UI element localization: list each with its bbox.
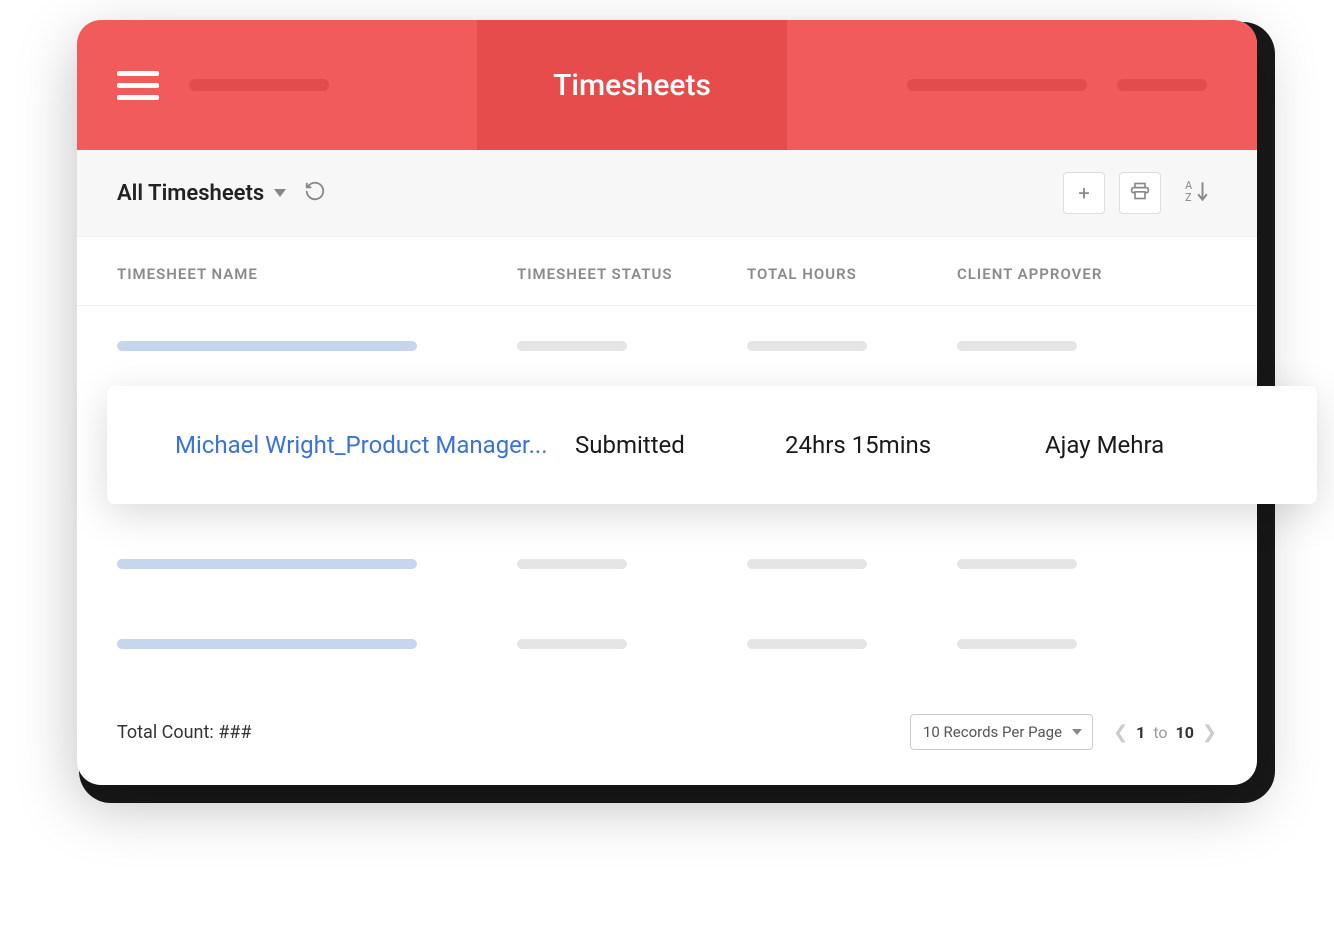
print-button[interactable]: [1119, 172, 1161, 214]
header-right: [787, 79, 1257, 91]
page-from: 1: [1136, 723, 1145, 742]
cell-approver: Ajay Mehra: [1045, 431, 1277, 459]
placeholder: [957, 559, 1077, 569]
sort-button[interactable]: A Z: [1175, 172, 1217, 214]
filter-label: All Timesheets: [117, 181, 264, 206]
placeholder: [117, 559, 417, 569]
print-icon: [1130, 181, 1150, 206]
app-header: Timesheets: [77, 20, 1257, 150]
chevron-down-icon: [274, 189, 286, 197]
column-header-status[interactable]: TIMESHEET STATUS: [517, 265, 747, 283]
page-title: Timesheets: [553, 68, 711, 103]
cell-timesheet-name[interactable]: Michael Wright_Product Manager...: [175, 431, 575, 459]
placeholder: [747, 341, 867, 351]
app-window: Timesheets All Timesheets +: [77, 20, 1257, 785]
table-footer: Total Count: ### 10 Records Per Page ❮ 1…: [77, 684, 1257, 785]
placeholder: [957, 639, 1077, 649]
placeholder: [747, 559, 867, 569]
records-per-page-label: 10 Records Per Page: [923, 723, 1062, 741]
table-row[interactable]: [77, 504, 1257, 604]
placeholder: [117, 341, 417, 351]
header-placeholder: [1117, 79, 1207, 91]
header-placeholder: [189, 79, 329, 91]
column-header-hours[interactable]: TOTAL HOURS: [747, 265, 957, 283]
page-to-word: to: [1153, 723, 1167, 742]
filter-dropdown[interactable]: All Timesheets: [117, 181, 286, 206]
table-row[interactable]: [77, 306, 1257, 386]
records-per-page-select[interactable]: 10 Records Per Page: [910, 714, 1093, 750]
header-left: [77, 71, 477, 100]
add-button[interactable]: +: [1063, 172, 1105, 214]
toolbar: All Timesheets +: [77, 150, 1257, 237]
table-row-highlighted[interactable]: Michael Wright_Product Manager... Submit…: [107, 386, 1317, 504]
page-to: 10: [1176, 723, 1194, 742]
placeholder: [517, 639, 627, 649]
toolbar-left: All Timesheets: [117, 180, 326, 206]
footer-right: 10 Records Per Page ❮ 1 to 10 ❯: [910, 714, 1217, 750]
placeholder: [517, 341, 627, 351]
cell-hours: 24hrs 15mins: [785, 431, 1045, 459]
column-header-approver[interactable]: CLIENT APPROVER: [957, 265, 1217, 283]
table-row[interactable]: [77, 604, 1257, 684]
toolbar-right: + A Z: [1063, 172, 1217, 214]
pagination: ❮ 1 to 10 ❯: [1113, 722, 1217, 743]
sort-az-icon: A Z: [1183, 178, 1209, 208]
cell-status: Submitted: [575, 431, 785, 459]
total-count-label: Total Count: ###: [117, 722, 251, 743]
placeholder: [957, 341, 1077, 351]
menu-icon[interactable]: [117, 71, 159, 100]
next-page-button[interactable]: ❯: [1202, 722, 1217, 743]
placeholder: [117, 639, 417, 649]
placeholder: [747, 639, 867, 649]
table: TIMESHEET NAME TIMESHEET STATUS TOTAL HO…: [77, 237, 1257, 684]
table-header-row: TIMESHEET NAME TIMESHEET STATUS TOTAL HO…: [77, 237, 1257, 306]
column-header-name[interactable]: TIMESHEET NAME: [117, 265, 517, 283]
chevron-down-icon: [1072, 729, 1082, 735]
prev-page-button[interactable]: ❮: [1113, 722, 1128, 743]
header-center: Timesheets: [477, 20, 787, 150]
refresh-icon[interactable]: [304, 180, 326, 206]
placeholder: [517, 559, 627, 569]
plus-icon: +: [1078, 181, 1089, 205]
header-placeholder: [907, 79, 1087, 91]
svg-text:Z: Z: [1185, 191, 1192, 204]
